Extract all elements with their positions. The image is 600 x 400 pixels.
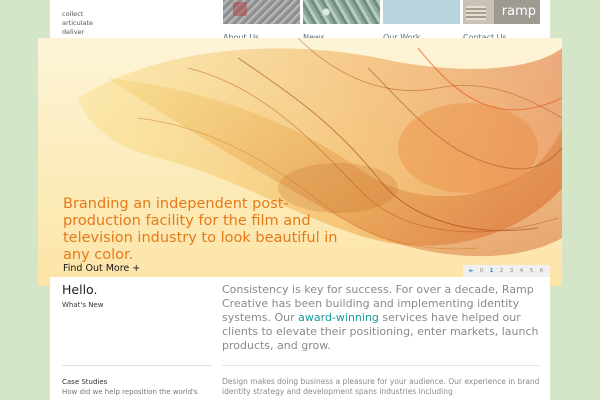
pager-item-1[interactable]: 1 xyxy=(488,268,495,274)
nav-our-work[interactable]: Our Work xyxy=(383,0,460,42)
case-studies-text: How did we help reposition the world's xyxy=(62,388,198,396)
secondary-paragraph: Design makes doing business a pleasure f… xyxy=(222,377,540,396)
tagline-articulate: articulate xyxy=(62,19,94,27)
award-winning-link[interactable]: award-winning xyxy=(298,311,379,324)
pager-item-0[interactable]: 0 xyxy=(478,268,485,274)
case-studies-title[interactable]: Case Studies xyxy=(62,378,107,386)
hero-headline: Branding an independent post-production … xyxy=(63,196,338,263)
sidebar-divider xyxy=(62,365,212,366)
whats-new-link[interactable]: What's New xyxy=(62,301,103,309)
hero-banner: Branding an independent post-production … xyxy=(38,38,562,286)
content-panel: Hello. What's New Case Studies How did w… xyxy=(50,277,550,400)
nav-about-us[interactable]: About Us xyxy=(223,0,300,42)
contact-us-thumbnail[interactable]: ramp xyxy=(463,0,540,24)
hello-heading: Hello. xyxy=(62,282,98,297)
pager-item-2[interactable]: 2 xyxy=(498,268,505,274)
slideshow-pager: ► 0 1 2 3 4 5 6 xyxy=(463,265,550,277)
news-thumbnail[interactable] xyxy=(303,0,380,24)
pager-item-5[interactable]: 5 xyxy=(528,268,535,274)
tagline-deliver: deliver xyxy=(62,28,85,36)
pager-item-6[interactable]: 6 xyxy=(538,268,545,274)
our-work-thumbnail[interactable] xyxy=(383,0,460,24)
play-icon[interactable]: ► xyxy=(468,268,475,274)
nav-contact-us[interactable]: ramp Contact Us xyxy=(463,0,540,42)
about-us-thumbnail[interactable] xyxy=(223,0,300,24)
find-out-more-link[interactable]: Find Out More + xyxy=(63,263,140,274)
main-divider xyxy=(222,365,540,366)
tagline-collect: collect xyxy=(62,10,84,18)
nav-news[interactable]: News xyxy=(303,0,380,42)
pager-item-3[interactable]: 3 xyxy=(508,268,515,274)
ramp-logo[interactable]: ramp xyxy=(502,4,536,19)
pager-item-4[interactable]: 4 xyxy=(518,268,525,274)
intro-paragraph: Consistency is key for success. For over… xyxy=(222,283,540,353)
